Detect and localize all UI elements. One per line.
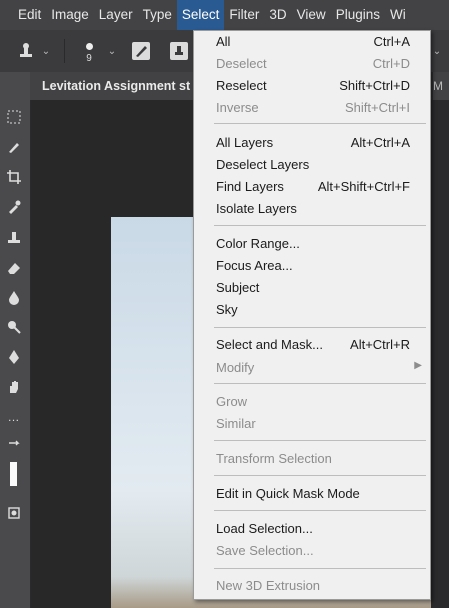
chevron-down-icon[interactable]: ⌄ bbox=[431, 30, 443, 72]
menu-filter[interactable]: Filter bbox=[224, 0, 264, 30]
menu-item-reselect[interactable]: Reselect Shift+Ctrl+D bbox=[194, 75, 430, 97]
brush-icon[interactable] bbox=[3, 136, 25, 158]
menu-item-label: New 3D Extrusion bbox=[216, 578, 321, 593]
menu-item-label: Grow bbox=[216, 394, 248, 409]
eraser-icon[interactable] bbox=[3, 256, 25, 278]
menu-item-color-range[interactable]: Color Range... bbox=[194, 233, 430, 255]
menu-separator bbox=[214, 568, 426, 569]
menu-item-shortcut: Shift+Ctrl+D bbox=[339, 78, 410, 93]
blur-icon[interactable] bbox=[3, 286, 25, 308]
menu-layer[interactable]: Layer bbox=[94, 0, 138, 30]
more-icon[interactable]: … bbox=[3, 406, 25, 428]
panel-edge bbox=[431, 100, 449, 608]
menu-item-label: Color Range... bbox=[216, 236, 300, 251]
menu-item-shortcut: Ctrl+A bbox=[373, 34, 410, 49]
menu-item-label: Save Selection... bbox=[216, 543, 314, 558]
pen-icon[interactable] bbox=[3, 346, 25, 368]
crop-icon[interactable] bbox=[3, 166, 25, 188]
menu-item-label: Focus Area... bbox=[216, 258, 293, 273]
menu-item-shortcut: Shift+Ctrl+I bbox=[344, 100, 410, 115]
foreground-color-icon[interactable] bbox=[3, 462, 25, 486]
menu-separator bbox=[214, 383, 426, 384]
menu-item-label: All Layers bbox=[216, 135, 274, 150]
menu-item-grow[interactable]: Grow bbox=[194, 391, 430, 413]
menu-item-label: Inverse bbox=[216, 100, 259, 115]
menu-item-label: Transform Selection bbox=[216, 451, 332, 466]
menu-separator bbox=[214, 440, 426, 441]
menu-item-label: Find Layers bbox=[216, 179, 284, 194]
menu-item-label: Similar bbox=[216, 416, 256, 431]
menu-item-label: Load Selection... bbox=[216, 521, 313, 536]
menu-item-modify[interactable]: Modify ▶ bbox=[194, 357, 430, 379]
menu-item-label: Sky bbox=[216, 302, 238, 317]
menu-item-label: Isolate Layers bbox=[216, 201, 297, 216]
brush-size-label: 9 bbox=[86, 52, 92, 64]
dodge-icon[interactable] bbox=[3, 316, 25, 338]
menu-item-save-selection[interactable]: Save Selection... bbox=[194, 540, 430, 562]
menu-item-label: Modify bbox=[216, 360, 255, 375]
select-menu-dropdown: All Ctrl+A Deselect Ctrl+D Reselect Shif… bbox=[193, 30, 431, 600]
menu-item-isolate-layers[interactable]: Isolate Layers bbox=[194, 198, 430, 220]
menu-item-all[interactable]: All Ctrl+A bbox=[194, 31, 430, 53]
menu-item-similar[interactable]: Similar bbox=[194, 413, 430, 435]
menu-item-shortcut: Alt+Shift+Ctrl+F bbox=[317, 179, 410, 194]
menu-item-find-layers[interactable]: Find Layers Alt+Shift+Ctrl+F bbox=[194, 176, 430, 198]
menu-separator bbox=[214, 327, 426, 328]
document-tab[interactable]: Levitation Assignment st bbox=[30, 72, 195, 100]
menu-3d[interactable]: 3D bbox=[264, 0, 291, 30]
eyedropper-icon[interactable] bbox=[3, 196, 25, 218]
menu-window[interactable]: Wi bbox=[385, 0, 411, 30]
menu-item-label: Reselect bbox=[216, 78, 267, 93]
hand-icon[interactable] bbox=[3, 376, 25, 398]
menu-item-load-selection[interactable]: Load Selection... bbox=[194, 518, 430, 540]
menu-plugins[interactable]: Plugins bbox=[331, 0, 385, 30]
menu-item-label: Subject bbox=[216, 280, 260, 295]
menu-item-label: Edit in Quick Mask Mode bbox=[216, 486, 360, 501]
menu-separator bbox=[214, 123, 426, 124]
menu-separator bbox=[214, 510, 426, 511]
chevron-down-icon[interactable]: ⌄ bbox=[40, 30, 52, 72]
menu-item-focus-area[interactable]: Focus Area... bbox=[194, 255, 430, 277]
clone-source-icon[interactable] bbox=[168, 30, 190, 72]
menu-bar: Edit Image Layer Type Select Filter 3D V… bbox=[0, 0, 449, 30]
menu-item-sky[interactable]: Sky bbox=[194, 299, 430, 321]
menu-item-inverse[interactable]: Inverse Shift+Ctrl+I bbox=[194, 97, 430, 119]
menu-item-new-3d-extrusion[interactable]: New 3D Extrusion bbox=[194, 575, 430, 597]
menu-item-deselect[interactable]: Deselect Ctrl+D bbox=[194, 53, 430, 75]
chevron-right-icon: ▶ bbox=[414, 360, 422, 371]
menu-item-label: All bbox=[216, 34, 231, 49]
menu-item-shortcut: Alt+Ctrl+A bbox=[350, 135, 410, 150]
menu-item-label: Deselect Layers bbox=[216, 157, 310, 172]
menu-separator bbox=[214, 475, 426, 476]
chevron-down-icon[interactable]: ⌄ bbox=[106, 30, 118, 72]
swap-colors-icon[interactable] bbox=[3, 436, 25, 458]
menu-item-deselect-layers[interactable]: Deselect Layers bbox=[194, 154, 430, 176]
stamp-tool-icon[interactable] bbox=[14, 30, 38, 72]
menu-item-select-and-mask[interactable]: Select and Mask... Alt+Ctrl+R bbox=[194, 334, 430, 356]
brush-tip-icon bbox=[85, 42, 93, 50]
document-tab-next[interactable]: M bbox=[433, 72, 449, 100]
menu-item-label: Deselect bbox=[216, 56, 267, 71]
quick-mask-icon[interactable] bbox=[3, 502, 25, 524]
menu-edit[interactable]: Edit bbox=[0, 0, 46, 30]
menu-item-transform-selection[interactable]: Transform Selection bbox=[194, 448, 430, 470]
menu-item-quick-mask[interactable]: Edit in Quick Mask Mode bbox=[194, 483, 430, 505]
menu-view[interactable]: View bbox=[292, 0, 331, 30]
menu-separator bbox=[214, 225, 426, 226]
menu-item-shortcut: Ctrl+D bbox=[372, 56, 410, 71]
menu-type[interactable]: Type bbox=[138, 0, 177, 30]
menu-select[interactable]: Select bbox=[176, 0, 225, 30]
stamp-icon[interactable] bbox=[3, 226, 25, 248]
brush-settings-icon[interactable] bbox=[130, 30, 152, 72]
menu-item-all-layers[interactable]: All Layers Alt+Ctrl+A bbox=[194, 132, 430, 154]
divider bbox=[64, 39, 65, 63]
menu-item-subject[interactable]: Subject bbox=[194, 277, 430, 299]
menu-item-label: Select and Mask... bbox=[216, 337, 323, 352]
brush-preset-picker[interactable]: 9 bbox=[78, 30, 100, 72]
menu-image[interactable]: Image bbox=[46, 0, 94, 30]
menu-item-shortcut: Alt+Ctrl+R bbox=[350, 337, 410, 352]
tools-panel: … bbox=[0, 72, 31, 608]
marquee-icon[interactable] bbox=[3, 106, 25, 128]
